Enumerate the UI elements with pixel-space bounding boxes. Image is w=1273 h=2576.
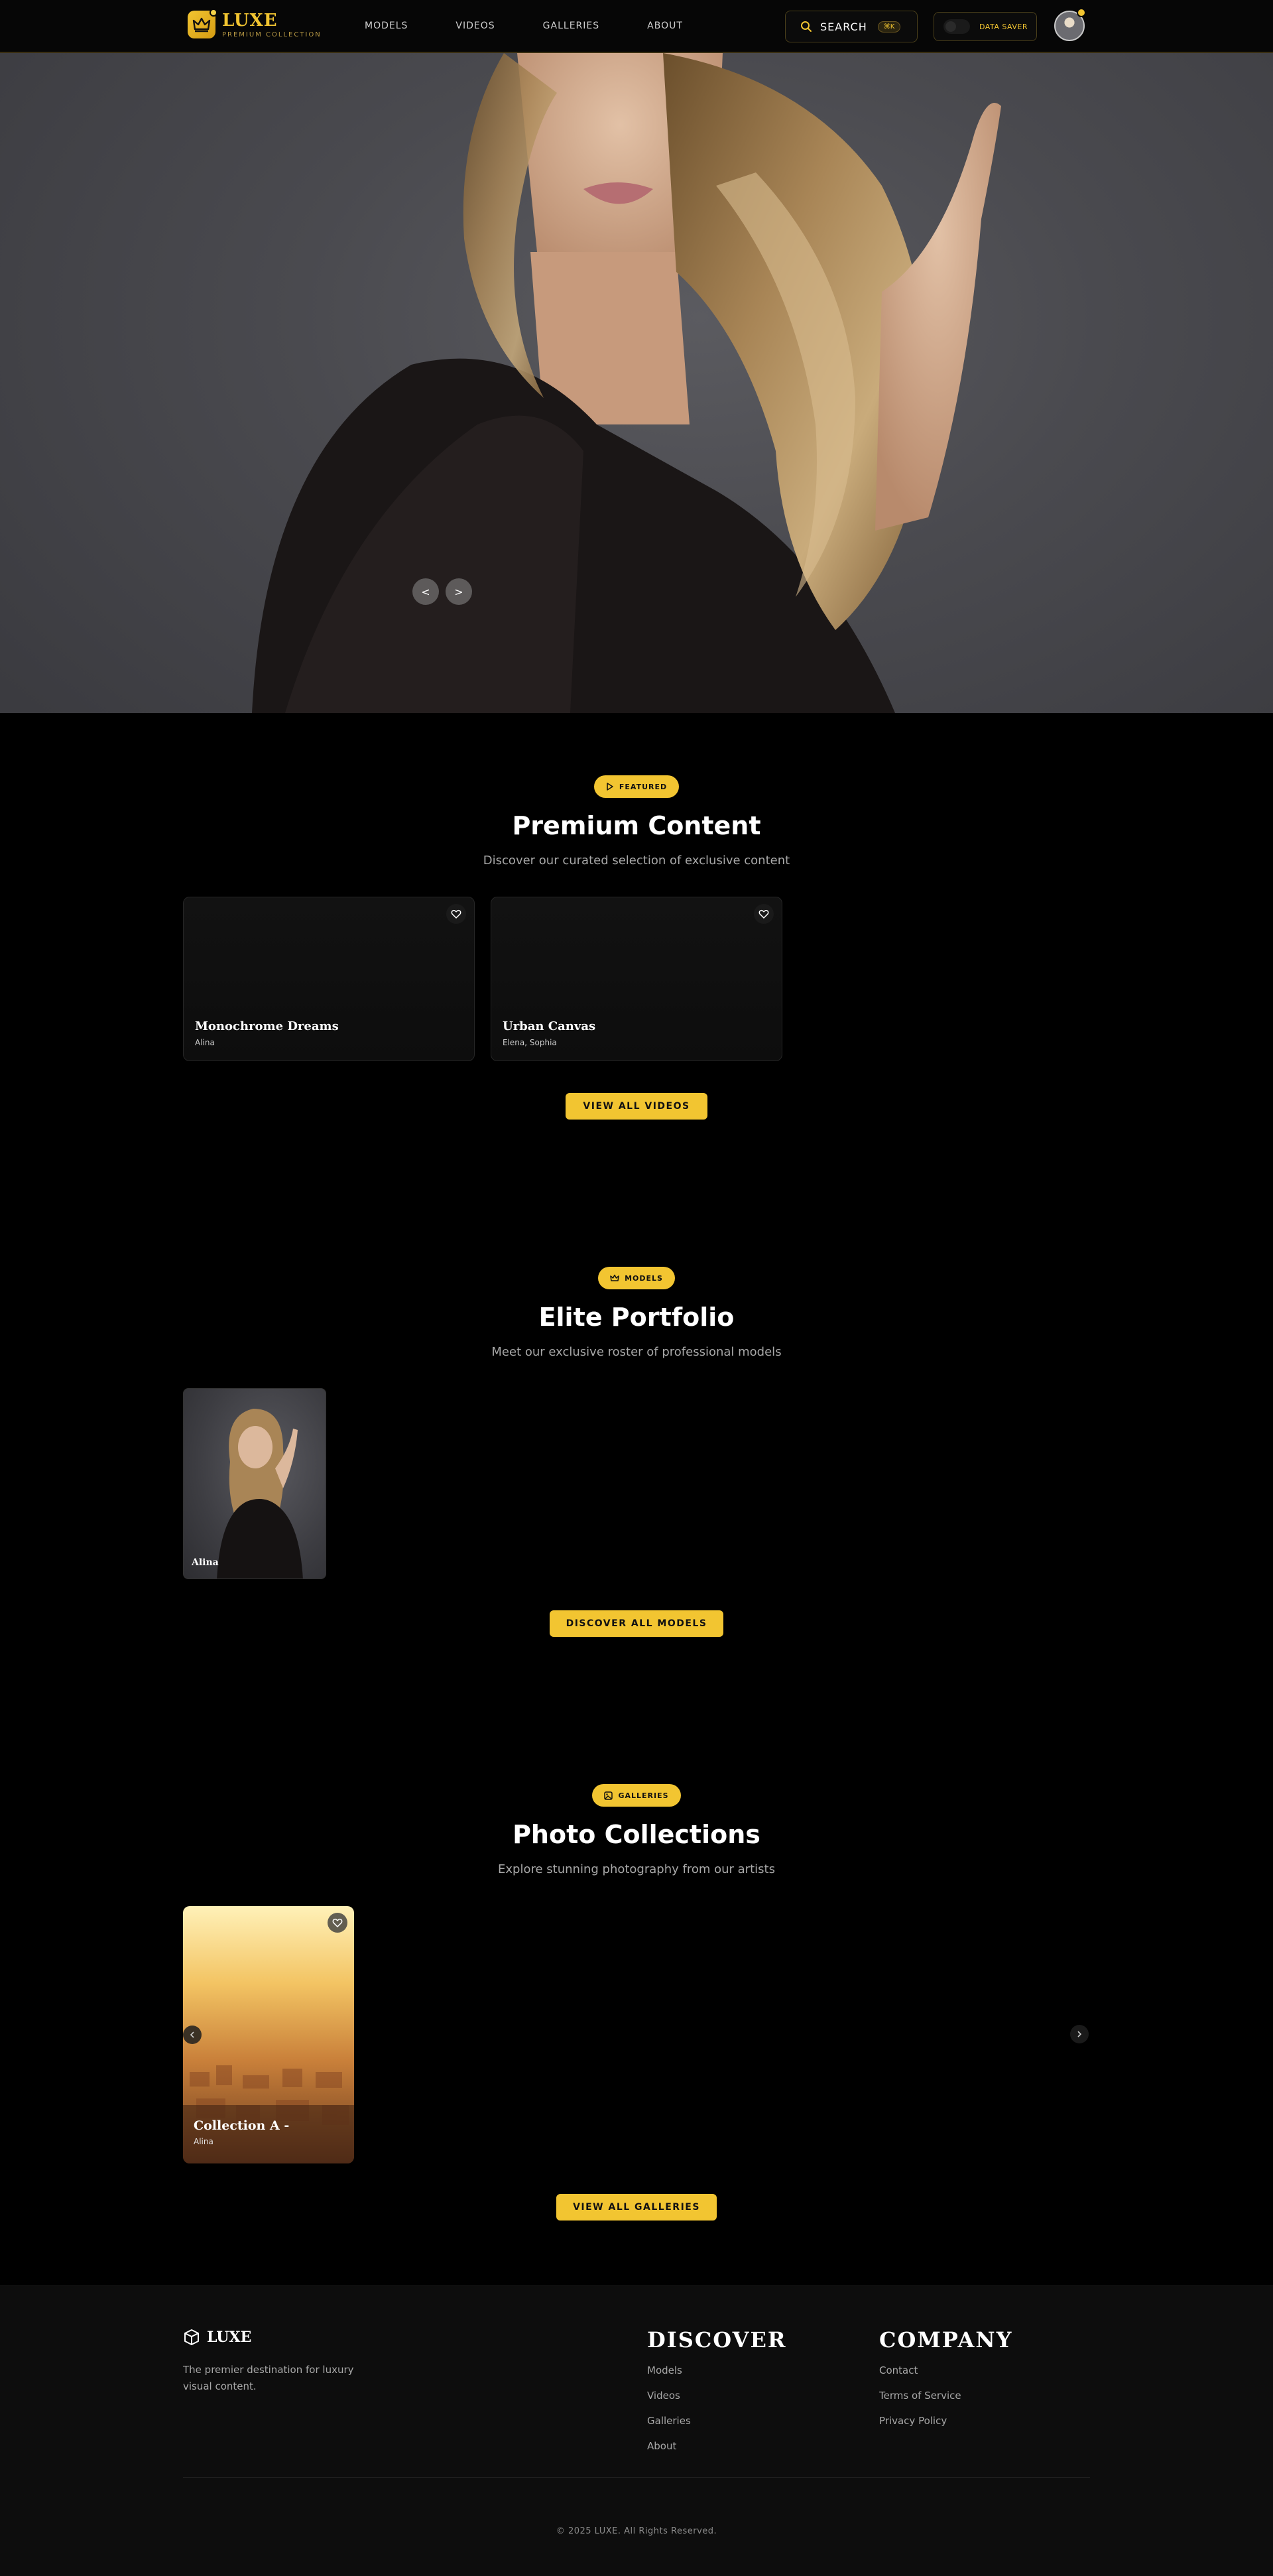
arrow-right-icon [1077, 2031, 1082, 2037]
video-models: Elena, Sophia [503, 1038, 557, 1047]
video-models: Alina [195, 1038, 215, 1047]
galleries-title: Photo Collections [513, 1820, 760, 1849]
view-all-videos-button[interactable]: VIEW ALL VIDEOS [566, 1093, 707, 1120]
play-icon [607, 783, 613, 791]
featured-badge: FEATURED [593, 775, 680, 798]
crown-icon [188, 9, 217, 38]
favorite-button[interactable] [754, 904, 774, 924]
featured-subtitle: Discover our curated selection of exclus… [483, 854, 790, 868]
gallery-title: Collection A - [194, 2118, 290, 2133]
hero-image [252, 53, 1001, 713]
footer-link-models[interactable]: Models [647, 2364, 786, 2378]
crown-icon [610, 1274, 619, 1281]
image-icon [604, 1791, 613, 1800]
footer-brand[interactable]: LUXE [183, 2329, 251, 2346]
video-title: Monochrome Dreams [195, 1019, 339, 1033]
footer-brand-name: LUXE [207, 2329, 252, 2346]
footer-company-heading: COMPANY [879, 2327, 1013, 2352]
model-photo [217, 1409, 303, 1578]
gallery-card[interactable]: Collection A - Alina [183, 1906, 354, 2163]
toggle-switch[interactable] [943, 19, 970, 34]
hero-banner: < > [0, 53, 1273, 713]
nav-item-galleries[interactable]: GALLERIES [543, 21, 599, 31]
discover-all-models-button[interactable]: DISCOVER ALL MODELS [550, 1610, 723, 1637]
galleries-subtitle: Explore stunning photography from our ar… [498, 1862, 775, 1876]
hero-prev-button[interactable]: < [412, 578, 439, 605]
cube-icon [184, 2329, 199, 2345]
avatar-status-dot [1077, 8, 1086, 17]
footer-tagline: The premier destination for luxury visua… [183, 2364, 354, 2392]
nav-item-videos[interactable]: VIDEOS [455, 21, 495, 31]
featured-section-header: FEATURED Premium Content Discover our cu… [0, 775, 1273, 868]
brand-subtitle: PREMIUM COLLECTION [222, 31, 322, 38]
video-title: Urban Canvas [503, 1019, 596, 1033]
brand-name: LUXE [222, 10, 278, 31]
hero-next-button[interactable]: > [446, 578, 472, 605]
gallery-model: Alina [194, 2137, 213, 2146]
heart-icon [451, 909, 461, 919]
models-title: Elite Portfolio [538, 1303, 735, 1332]
footer-company-column: COMPANY Contact Terms of Service Privacy… [879, 2327, 1012, 2428]
models-section-header: MODELS Elite Portfolio Meet our exclusiv… [0, 1267, 1273, 1359]
footer-link-galleries[interactable]: Galleries [647, 2415, 786, 2428]
arrow-left-icon [190, 2031, 194, 2038]
gallery-prev-button[interactable] [183, 2026, 202, 2044]
footer-copyright: © 2025 LUXE. All Rights Reserved. [556, 2526, 717, 2536]
data-saver-label: DATA SAVER [979, 22, 1028, 31]
footer-link-contact[interactable]: Contact [879, 2364, 1012, 2378]
footer-discover-column: DISCOVER Models Videos Galleries About [647, 2327, 786, 2453]
favorite-button[interactable] [328, 1913, 347, 1933]
search-shortcut-badge: ⌘K [877, 21, 901, 32]
nav-item-models[interactable]: MODELS [365, 21, 408, 31]
model-name: Alina [192, 1557, 219, 1568]
search-icon [801, 21, 812, 32]
footer-link-videos[interactable]: Videos [647, 2390, 786, 2403]
search-button[interactable]: SEARCH ⌘K [785, 11, 918, 42]
heart-icon [758, 909, 769, 919]
featured-badge-label: FEATURED [619, 782, 668, 791]
site-header: LUXE PREMIUM COLLECTION MODELS VIDEOS GA… [0, 0, 1273, 53]
galleries-section-header: GALLERIES Photo Collections Explore stun… [0, 1784, 1273, 1876]
footer-divider [183, 2477, 1090, 2478]
galleries-badge-label: GALLERIES [618, 1791, 669, 1800]
brand-logo[interactable]: LUXE PREMIUM COLLECTION [188, 9, 322, 38]
featured-title: Premium Content [512, 811, 761, 840]
data-saver-toggle[interactable]: DATA SAVER [934, 12, 1037, 41]
hero-carousel-controls: < > [412, 578, 479, 605]
site-footer: LUXE The premier destination for luxury … [0, 2286, 1273, 2576]
footer-link-privacy[interactable]: Privacy Policy [879, 2415, 1012, 2428]
models-badge-label: MODELS [625, 1273, 663, 1283]
search-label: SEARCH [820, 20, 867, 33]
footer-discover-heading: DISCOVER [647, 2327, 787, 2352]
model-card[interactable]: Alina [183, 1388, 326, 1579]
models-badge: MODELS [598, 1267, 675, 1289]
view-all-galleries-button[interactable]: VIEW ALL GALLERIES [556, 2194, 717, 2221]
gallery-next-button[interactable] [1070, 2025, 1089, 2043]
heart-icon [332, 1918, 343, 1928]
nav-item-about[interactable]: ABOUT [647, 21, 683, 31]
favorite-button[interactable] [446, 904, 466, 924]
video-card[interactable]: Monochrome Dreams Alina [183, 897, 475, 1061]
footer-link-terms[interactable]: Terms of Service [879, 2390, 1012, 2403]
models-subtitle: Meet our exclusive roster of professiona… [491, 1345, 782, 1359]
footer-link-about[interactable]: About [647, 2440, 786, 2453]
video-card[interactable]: Urban Canvas Elena, Sophia [491, 897, 782, 1061]
main-nav: MODELS VIDEOS GALLERIES ABOUT [365, 21, 731, 31]
galleries-badge: GALLERIES [592, 1784, 681, 1807]
notification-dot [210, 9, 217, 17]
